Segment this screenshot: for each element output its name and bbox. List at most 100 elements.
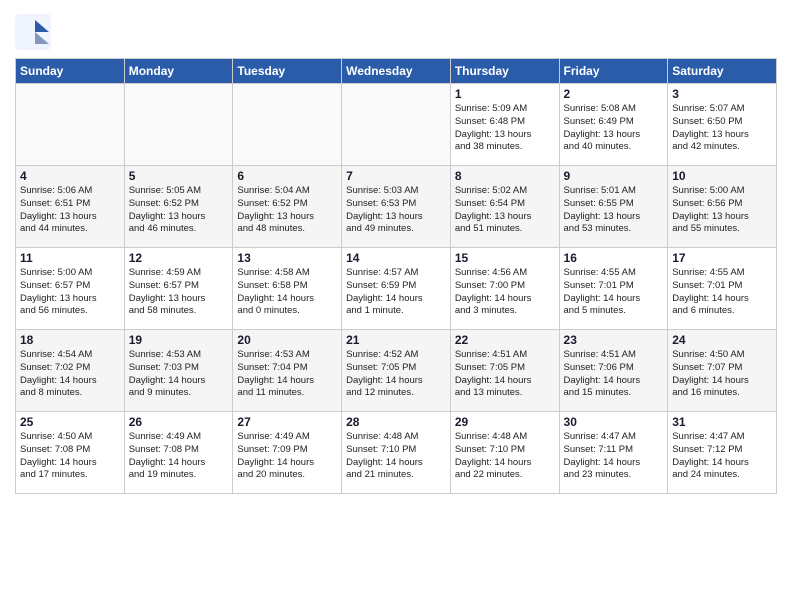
day-info: Sunrise: 4:57 AM Sunset: 6:59 PM Dayligh… — [346, 267, 446, 318]
calendar-week-row: 25 Sunrise: 4:50 AM Sunset: 7:08 PM Dayli… — [16, 412, 777, 494]
calendar-cell: 14 Sunrise: 4:57 AM Sunset: 6:59 PM Dayli… — [342, 248, 451, 330]
day-info: Sunrise: 5:09 AM Sunset: 6:48 PM Dayligh… — [455, 103, 555, 154]
day-info: Sunrise: 5:06 AM Sunset: 6:51 PM Dayligh… — [20, 185, 120, 236]
day-info: Sunrise: 4:47 AM Sunset: 7:11 PM Dayligh… — [564, 431, 664, 482]
calendar-cell — [16, 84, 125, 166]
day-number: 31 — [672, 415, 772, 429]
calendar-cell: 8 Sunrise: 5:02 AM Sunset: 6:54 PM Daylig… — [450, 166, 559, 248]
day-number: 2 — [564, 87, 664, 101]
day-number: 11 — [20, 251, 120, 265]
calendar-cell — [233, 84, 342, 166]
day-number: 6 — [237, 169, 337, 183]
calendar-cell: 29Sunrise: 4:48 AM Sunset: 7:10 PM Dayli… — [450, 412, 559, 494]
logo-icon — [15, 14, 51, 50]
day-number: 20 — [237, 333, 337, 347]
weekday-header: Tuesday — [233, 59, 342, 84]
day-info: Sunrise: 4:53 AM Sunset: 7:04 PM Dayligh… — [237, 349, 337, 400]
day-info: Sunrise: 4:50 AM Sunset: 7:08 PM Dayligh… — [20, 431, 120, 482]
page-header — [15, 10, 777, 50]
calendar-cell: 22 Sunrise: 4:51 AM Sunset: 7:05 PM Dayli… — [450, 330, 559, 412]
logo — [15, 14, 55, 50]
day-info: Sunrise: 4:49 AM Sunset: 7:08 PM Dayligh… — [129, 431, 229, 482]
calendar-cell: 6 Sunrise: 5:04 AM Sunset: 6:52 PM Daylig… — [233, 166, 342, 248]
day-info: Sunrise: 4:50 AM Sunset: 7:07 PM Dayligh… — [672, 349, 772, 400]
day-number: 30 — [564, 415, 664, 429]
day-info: Sunrise: 5:08 AM Sunset: 6:49 PM Dayligh… — [564, 103, 664, 154]
day-number: 14 — [346, 251, 446, 265]
day-number: 26 — [129, 415, 229, 429]
day-info: Sunrise: 4:54 AM Sunset: 7:02 PM Dayligh… — [20, 349, 120, 400]
calendar-cell: 27Sunrise: 4:49 AM Sunset: 7:09 PM Dayli… — [233, 412, 342, 494]
day-info: Sunrise: 4:55 AM Sunset: 7:01 PM Dayligh… — [564, 267, 664, 318]
calendar-cell: 25 Sunrise: 4:50 AM Sunset: 7:08 PM Dayli… — [16, 412, 125, 494]
calendar-week-row: 4Sunrise: 5:06 AM Sunset: 6:51 PM Daylig… — [16, 166, 777, 248]
calendar-cell: 4Sunrise: 5:06 AM Sunset: 6:51 PM Daylig… — [16, 166, 125, 248]
calendar-cell: 1 Sunrise: 5:09 AM Sunset: 6:48 PM Daylig… — [450, 84, 559, 166]
day-number: 24 — [672, 333, 772, 347]
day-info: Sunrise: 5:02 AM Sunset: 6:54 PM Dayligh… — [455, 185, 555, 236]
calendar-cell: 20 Sunrise: 4:53 AM Sunset: 7:04 PM Dayli… — [233, 330, 342, 412]
day-number: 9 — [564, 169, 664, 183]
day-number: 28 — [346, 415, 446, 429]
day-info: Sunrise: 5:03 AM Sunset: 6:53 PM Dayligh… — [346, 185, 446, 236]
day-number: 12 — [129, 251, 229, 265]
calendar-cell: 3 Sunrise: 5:07 AM Sunset: 6:50 PM Daylig… — [668, 84, 777, 166]
weekday-header: Monday — [124, 59, 233, 84]
day-info: Sunrise: 5:00 AM Sunset: 6:57 PM Dayligh… — [20, 267, 120, 318]
calendar-cell: 18 Sunrise: 4:54 AM Sunset: 7:02 PM Dayli… — [16, 330, 125, 412]
day-number: 15 — [455, 251, 555, 265]
day-info: Sunrise: 4:59 AM Sunset: 6:57 PM Dayligh… — [129, 267, 229, 318]
day-info: Sunrise: 4:49 AM Sunset: 7:09 PM Dayligh… — [237, 431, 337, 482]
calendar-cell: 13 Sunrise: 4:58 AM Sunset: 6:58 PM Dayli… — [233, 248, 342, 330]
calendar-week-row: 18 Sunrise: 4:54 AM Sunset: 7:02 PM Dayli… — [16, 330, 777, 412]
day-number: 22 — [455, 333, 555, 347]
day-info: Sunrise: 4:48 AM Sunset: 7:10 PM Dayligh… — [346, 431, 446, 482]
day-info: Sunrise: 5:01 AM Sunset: 6:55 PM Dayligh… — [564, 185, 664, 236]
day-number: 16 — [564, 251, 664, 265]
day-number: 1 — [455, 87, 555, 101]
day-number: 29 — [455, 415, 555, 429]
day-info: Sunrise: 4:58 AM Sunset: 6:58 PM Dayligh… — [237, 267, 337, 318]
day-number: 25 — [20, 415, 120, 429]
calendar-cell: 24 Sunrise: 4:50 AM Sunset: 7:07 PM Dayli… — [668, 330, 777, 412]
calendar-cell: 28 Sunrise: 4:48 AM Sunset: 7:10 PM Dayli… — [342, 412, 451, 494]
day-number: 3 — [672, 87, 772, 101]
calendar-cell: 2 Sunrise: 5:08 AM Sunset: 6:49 PM Daylig… — [559, 84, 668, 166]
weekday-header: Wednesday — [342, 59, 451, 84]
weekday-header: Saturday — [668, 59, 777, 84]
day-info: Sunrise: 4:53 AM Sunset: 7:03 PM Dayligh… — [129, 349, 229, 400]
day-info: Sunrise: 5:05 AM Sunset: 6:52 PM Dayligh… — [129, 185, 229, 236]
day-number: 7 — [346, 169, 446, 183]
day-info: Sunrise: 5:00 AM Sunset: 6:56 PM Dayligh… — [672, 185, 772, 236]
calendar-cell: 30 Sunrise: 4:47 AM Sunset: 7:11 PM Dayli… — [559, 412, 668, 494]
day-number: 5 — [129, 169, 229, 183]
day-info: Sunrise: 5:07 AM Sunset: 6:50 PM Dayligh… — [672, 103, 772, 154]
page-container: SundayMondayTuesdayWednesdayThursdayFrid… — [0, 0, 792, 612]
calendar-cell: 9 Sunrise: 5:01 AM Sunset: 6:55 PM Daylig… — [559, 166, 668, 248]
weekday-header: Friday — [559, 59, 668, 84]
day-info: Sunrise: 4:56 AM Sunset: 7:00 PM Dayligh… — [455, 267, 555, 318]
calendar-cell: 26 Sunrise: 4:49 AM Sunset: 7:08 PM Dayli… — [124, 412, 233, 494]
calendar-cell: 7 Sunrise: 5:03 AM Sunset: 6:53 PM Daylig… — [342, 166, 451, 248]
calendar-table: SundayMondayTuesdayWednesdayThursdayFrid… — [15, 58, 777, 494]
day-info: Sunrise: 5:04 AM Sunset: 6:52 PM Dayligh… — [237, 185, 337, 236]
weekday-header: Thursday — [450, 59, 559, 84]
day-info: Sunrise: 4:55 AM Sunset: 7:01 PM Dayligh… — [672, 267, 772, 318]
calendar-cell — [124, 84, 233, 166]
day-number: 8 — [455, 169, 555, 183]
calendar-cell: 11 Sunrise: 5:00 AM Sunset: 6:57 PM Dayli… — [16, 248, 125, 330]
day-number: 19 — [129, 333, 229, 347]
calendar-cell: 21Sunrise: 4:52 AM Sunset: 7:05 PM Dayli… — [342, 330, 451, 412]
calendar-cell: 15 Sunrise: 4:56 AM Sunset: 7:00 PM Dayli… — [450, 248, 559, 330]
calendar-cell: 19 Sunrise: 4:53 AM Sunset: 7:03 PM Dayli… — [124, 330, 233, 412]
calendar-cell: 17 Sunrise: 4:55 AM Sunset: 7:01 PM Dayli… — [668, 248, 777, 330]
day-number: 18 — [20, 333, 120, 347]
day-number: 13 — [237, 251, 337, 265]
day-number: 17 — [672, 251, 772, 265]
day-info: Sunrise: 4:51 AM Sunset: 7:06 PM Dayligh… — [564, 349, 664, 400]
day-number: 10 — [672, 169, 772, 183]
day-info: Sunrise: 4:52 AM Sunset: 7:05 PM Dayligh… — [346, 349, 446, 400]
day-info: Sunrise: 4:51 AM Sunset: 7:05 PM Dayligh… — [455, 349, 555, 400]
calendar-cell: 10 Sunrise: 5:00 AM Sunset: 6:56 PM Dayli… — [668, 166, 777, 248]
calendar-cell: 16 Sunrise: 4:55 AM Sunset: 7:01 PM Dayli… — [559, 248, 668, 330]
